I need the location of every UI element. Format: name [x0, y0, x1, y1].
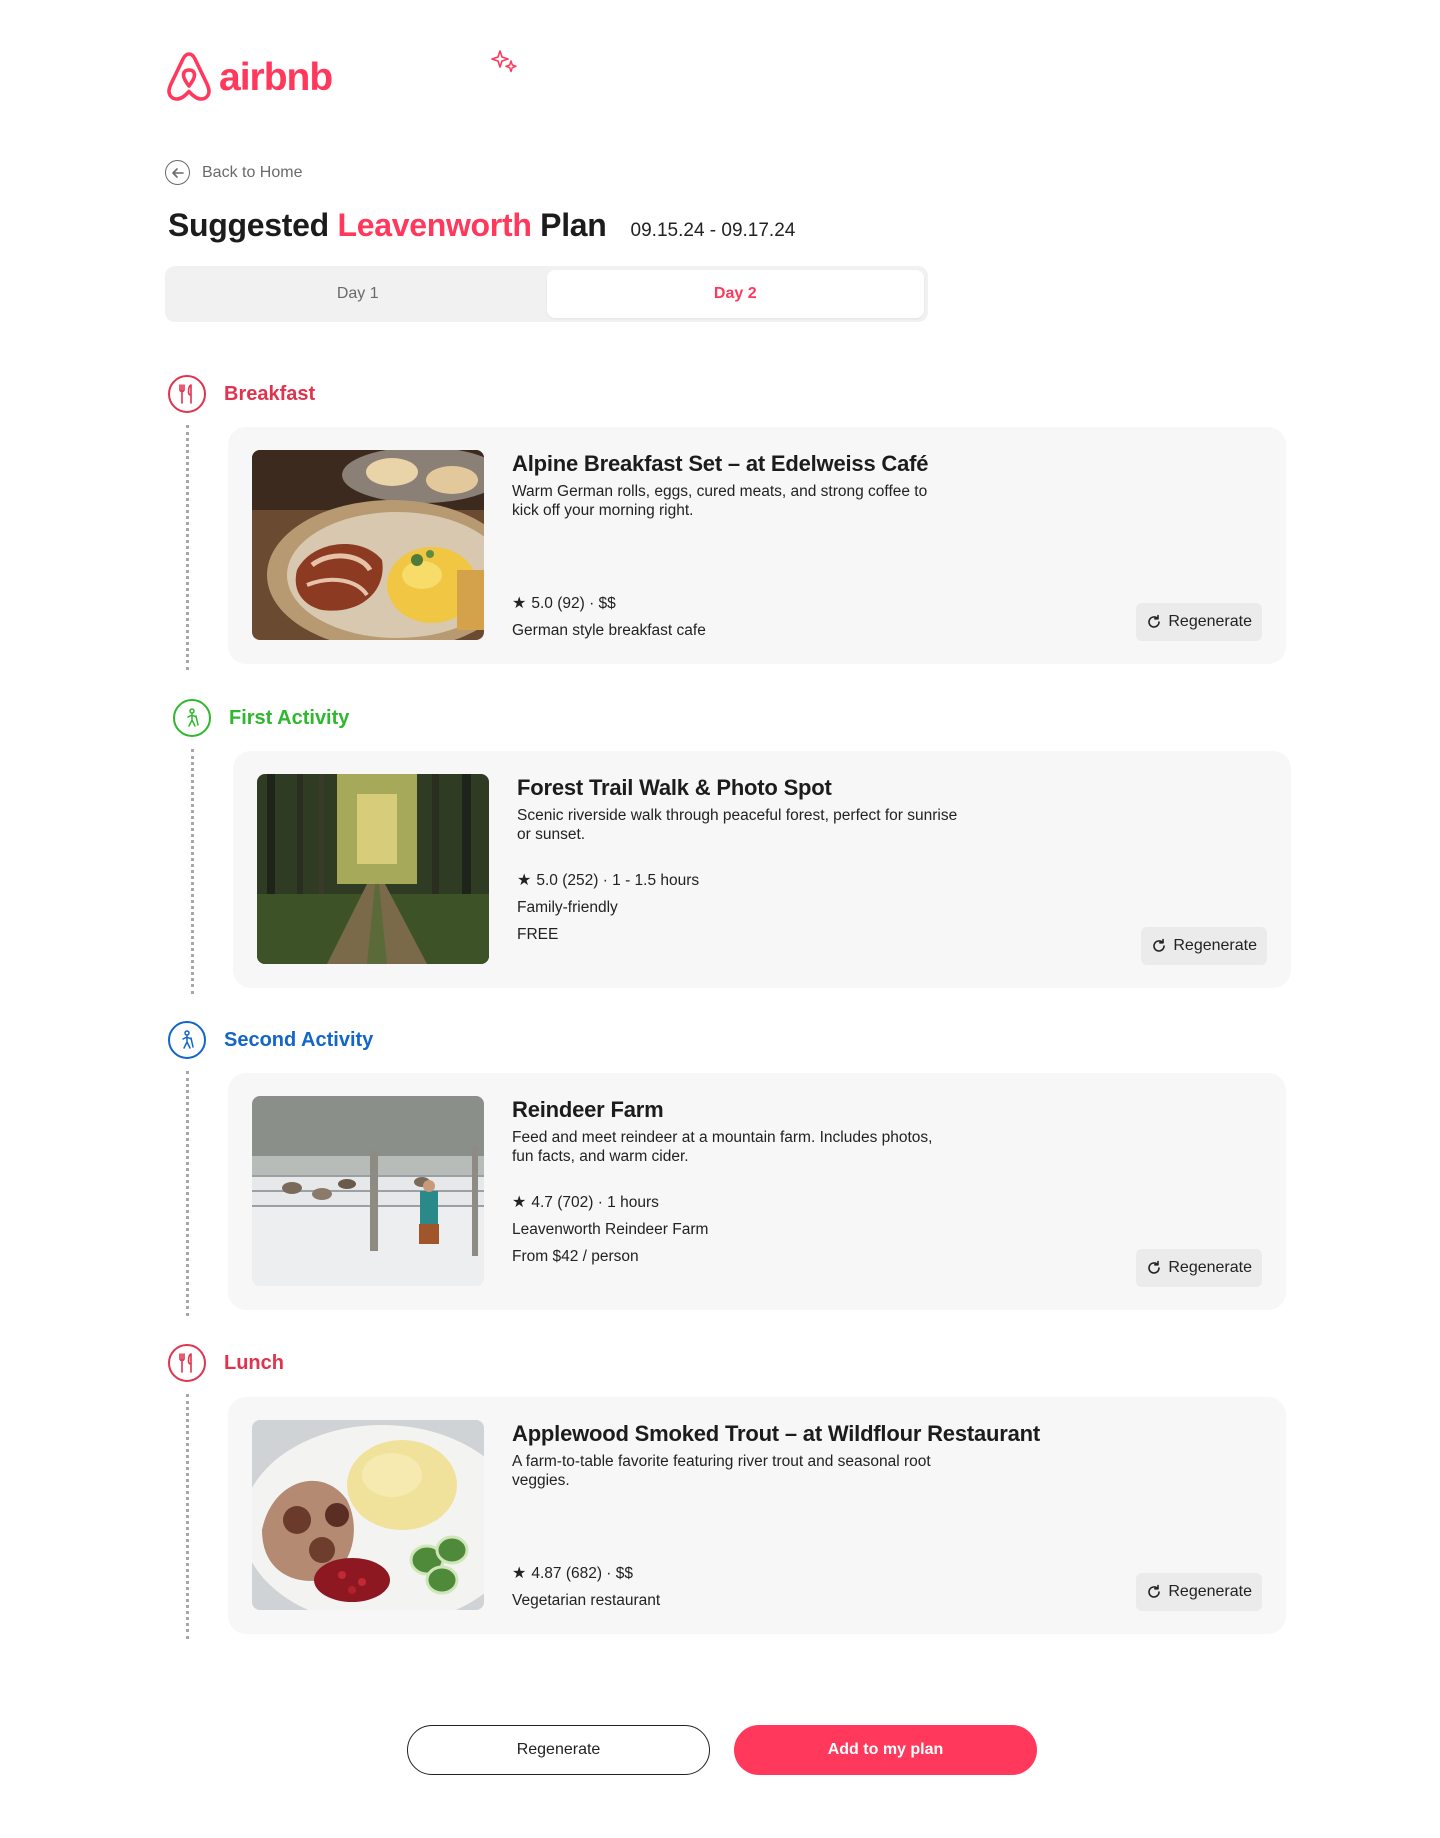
- utensils-icon: [168, 375, 206, 413]
- itinerary-card-breakfast: Alpine Breakfast Set – at Edelweiss Café…: [228, 427, 1286, 664]
- card-content: Applewood Smoked Trout – at Wildflour Re…: [512, 1420, 1072, 1490]
- regenerate-label: Regenerate: [1173, 937, 1257, 954]
- item-rating: ★ 5.0 (92) · $$: [512, 590, 706, 617]
- refresh-icon: [1148, 1584, 1161, 1598]
- regenerate-label: Regenerate: [1168, 1259, 1252, 1276]
- item-title[interactable]: Reindeer Farm: [512, 1096, 1072, 1124]
- timeline-connector: [186, 1071, 189, 1316]
- page-title: Suggested Leavenworth Plan: [168, 207, 607, 244]
- item-meta: ★ 4.87 (682) · $$ Vegetarian restaurant: [512, 1560, 660, 1614]
- utensils-icon: [168, 1344, 206, 1382]
- card-content: Forest Trail Walk & Photo Spot Scenic ri…: [517, 774, 1077, 844]
- section-breakfast-header: Breakfast: [168, 375, 315, 413]
- star-icon: ★: [517, 872, 532, 889]
- tab-day-1[interactable]: Day 1: [169, 270, 547, 318]
- timeline-connector: [186, 1394, 189, 1639]
- add-to-my-plan-button[interactable]: Add to my plan: [734, 1725, 1037, 1775]
- timeline-connector: [191, 749, 194, 994]
- regenerate-label: Regenerate: [1168, 613, 1252, 630]
- refresh-icon: [1148, 1260, 1161, 1274]
- arrow-left-icon: [165, 160, 190, 185]
- item-rating: ★ 5.0 (252) · 1 - 1.5 hours: [517, 867, 699, 894]
- item-description: Feed and meet reindeer at a mountain far…: [512, 1129, 933, 1165]
- rating-text: 5.0 (92) · $$: [531, 595, 616, 612]
- card-content: Reindeer Farm Feed and meet reindeer at …: [512, 1096, 1072, 1166]
- section-second-activity-header: Second Activity: [168, 1021, 373, 1059]
- star-icon: ★: [512, 1194, 527, 1211]
- breakfast-plate-image: [252, 450, 484, 640]
- hiker-icon: [168, 1021, 206, 1059]
- item-title[interactable]: Alpine Breakfast Set – at Edelweiss Café: [512, 450, 1072, 478]
- itinerary-card-first-activity: Forest Trail Walk & Photo Spot Scenic ri…: [233, 751, 1291, 988]
- forest-trail-image: [257, 774, 489, 964]
- item-description: Warm German rolls, eggs, cured meats, an…: [512, 483, 928, 519]
- item-meta: ★ 5.0 (92) · $$ German style breakfast ca…: [512, 590, 706, 644]
- plan-header: Suggested Leavenworth Plan 09.15.24 - 09…: [168, 207, 795, 244]
- regenerate-item-button[interactable]: Regenerate: [1136, 1249, 1262, 1287]
- title-city: Leavenworth: [337, 207, 532, 243]
- regenerate-item-button[interactable]: Regenerate: [1136, 1573, 1262, 1611]
- item-description: A farm-to-table favorite featuring river…: [512, 1453, 931, 1489]
- day-tabs: Day 1 Day 2: [165, 266, 928, 322]
- regenerate-item-button[interactable]: Regenerate: [1141, 927, 1267, 965]
- airbnb-belo-icon: [167, 52, 211, 101]
- item-title[interactable]: Applewood Smoked Trout – at Wildflour Re…: [512, 1420, 1072, 1448]
- back-label: Back to Home: [202, 163, 303, 181]
- item-detail: Family-friendly: [517, 899, 618, 916]
- back-to-home-link[interactable]: Back to Home: [165, 160, 302, 185]
- item-rating: ★ 4.87 (682) · $$: [512, 1560, 660, 1587]
- item-meta: ★ 4.7 (702) · 1 hours Leavenworth Reindee…: [512, 1189, 708, 1270]
- airbnb-logo[interactable]: airbnb: [165, 49, 517, 103]
- lunch-plate-image: [252, 1420, 484, 1610]
- item-title[interactable]: Forest Trail Walk & Photo Spot: [517, 774, 1077, 802]
- page: airbnb Back to Home Suggested Leavenwort…: [0, 0, 1440, 1838]
- section-first-activity-header: First Activity: [173, 699, 349, 737]
- refresh-icon: [1148, 614, 1161, 628]
- rating-text: 4.87 (682) · $$: [531, 1565, 634, 1582]
- refresh-icon: [1153, 938, 1166, 952]
- hiker-icon: [173, 699, 211, 737]
- section-lunch-header: Lunch: [168, 1344, 284, 1382]
- item-meta: ★ 5.0 (252) · 1 - 1.5 hours Family-friend…: [517, 867, 699, 948]
- rating-text: 4.7 (702) · 1 hours: [531, 1194, 659, 1211]
- itinerary-card-second-activity: Reindeer Farm Feed and meet reindeer at …: [228, 1073, 1286, 1310]
- section-lunch-label: Lunch: [224, 1351, 284, 1374]
- item-price: FREE: [517, 926, 559, 943]
- regenerate-plan-button[interactable]: Regenerate: [407, 1725, 710, 1775]
- item-price: From $42 / person: [512, 1248, 639, 1265]
- reindeer-farm-image: [252, 1096, 484, 1286]
- item-detail: Leavenworth Reindeer Farm: [512, 1221, 709, 1238]
- card-content: Alpine Breakfast Set – at Edelweiss Café…: [512, 450, 1072, 520]
- item-detail: German style breakfast cafe: [512, 622, 706, 639]
- sparkle-icon: [491, 50, 517, 73]
- star-icon: ★: [512, 595, 527, 612]
- item-description: Scenic riverside walk through peaceful f…: [517, 807, 958, 843]
- section-breakfast-label: Breakfast: [224, 382, 316, 405]
- title-prefix: Suggested: [168, 207, 338, 243]
- regenerate-label: Regenerate: [1168, 1583, 1252, 1600]
- tab-day-2[interactable]: Day 2: [546, 270, 924, 318]
- timeline-connector: [186, 425, 189, 670]
- section-second-activity-label: Second Activity: [224, 1028, 374, 1051]
- title-suffix: Plan: [531, 207, 607, 243]
- star-icon: ★: [512, 1565, 527, 1582]
- airbnb-wordmark: airbnb: [219, 55, 333, 99]
- itinerary-card-lunch: Applewood Smoked Trout – at Wildflour Re…: [228, 1397, 1286, 1634]
- item-detail: Vegetarian restaurant: [512, 1592, 661, 1609]
- section-first-activity-label: First Activity: [229, 706, 350, 729]
- rating-text: 5.0 (252) · 1 - 1.5 hours: [536, 872, 700, 889]
- item-rating: ★ 4.7 (702) · 1 hours: [512, 1189, 708, 1216]
- plan-dates: 09.15.24 - 09.17.24: [630, 220, 796, 241]
- regenerate-item-button[interactable]: Regenerate: [1136, 603, 1262, 641]
